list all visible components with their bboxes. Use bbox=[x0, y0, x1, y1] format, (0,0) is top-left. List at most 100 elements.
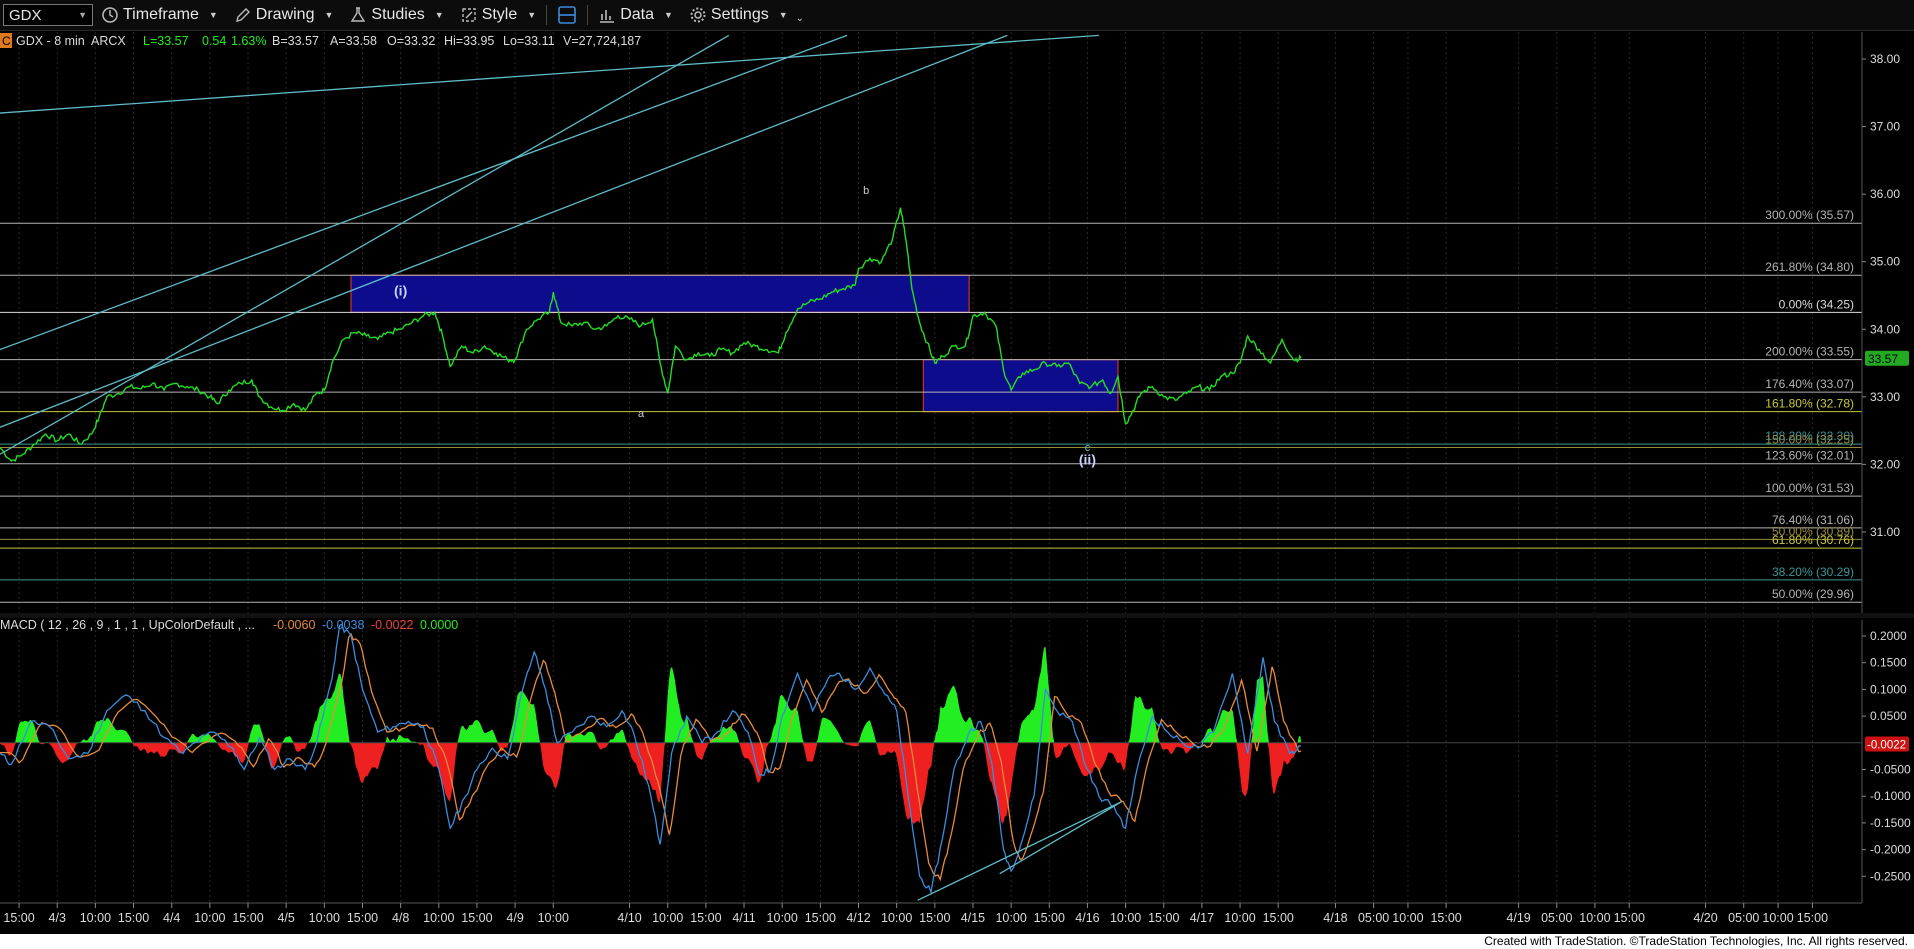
price-axis-label: 33.00 bbox=[1870, 390, 1900, 404]
time-axis-label: 4/18 bbox=[1323, 911, 1347, 925]
macd-axis-label: -0.2500 bbox=[1870, 869, 1911, 883]
time-axis-label: 15:00 bbox=[3, 911, 34, 925]
quote-open: O=33.32 bbox=[387, 34, 435, 48]
time-axis-label: 10:00 bbox=[881, 911, 912, 925]
price-zone-box bbox=[350, 274, 970, 313]
time-axis-label: 15:00 bbox=[1614, 911, 1645, 925]
fib-level-label: 100.00% (31.53) bbox=[1765, 481, 1854, 495]
time-axis-label: 10:00 bbox=[1392, 911, 1423, 925]
last-price-tag-text: 33.57 bbox=[1868, 352, 1898, 366]
macd-axis-label: 0.1000 bbox=[1870, 682, 1907, 696]
time-axis-label: 05:00 bbox=[1358, 911, 1389, 925]
trendline bbox=[0, 34, 1008, 428]
macd-axis-label: -0.1500 bbox=[1870, 816, 1911, 830]
macd-histogram-negative bbox=[0, 742, 1302, 824]
time-axis-label: 4/17 bbox=[1190, 911, 1214, 925]
fib-level-label: 300.00% (35.57) bbox=[1765, 208, 1854, 222]
fib-level-label: 261.80% (34.80) bbox=[1765, 260, 1854, 274]
price-axis-label: 38.00 bbox=[1870, 52, 1900, 66]
time-axis-label: 10:00 bbox=[194, 911, 225, 925]
time-axis-label: 15:00 bbox=[1148, 911, 1179, 925]
time-axis-label: 4/4 bbox=[163, 911, 180, 925]
time-axis-label: 4/19 bbox=[1506, 911, 1530, 925]
time-axis-label: 10:00 bbox=[767, 911, 798, 925]
macd-axis-label: 0.0500 bbox=[1870, 709, 1907, 723]
wave-label: (ii) bbox=[1079, 451, 1096, 467]
fib-level-label: 150.00% (32.25) bbox=[1765, 432, 1854, 446]
time-axis-label: 10:00 bbox=[652, 911, 683, 925]
supply-demand-zones bbox=[350, 274, 1119, 413]
chart-title: GDX - 8 min ARCX bbox=[16, 34, 126, 48]
macd-value-tag-text: -0.0022 bbox=[1867, 739, 1906, 751]
fib-level-label: 61.80% (30.76) bbox=[1772, 533, 1854, 547]
time-axis-label: 15:00 bbox=[1430, 911, 1461, 925]
macd-axis-label: -0.2000 bbox=[1870, 843, 1911, 857]
macd-axis-label: -0.1000 bbox=[1870, 789, 1911, 803]
time-axis-label: 15:00 bbox=[1797, 911, 1828, 925]
fib-level-label: 161.80% (32.78) bbox=[1765, 397, 1854, 411]
fib-level-label: 0.00% (34.25) bbox=[1779, 297, 1854, 311]
macd-header-value: 0.0000 bbox=[420, 618, 458, 632]
footer-bar: Created with TradeStation. ©TradeStation… bbox=[0, 934, 1914, 949]
chart-grid bbox=[18, 32, 1813, 613]
time-axis-label: 05:00 bbox=[1541, 911, 1572, 925]
time-axis-label: 10:00 bbox=[80, 911, 111, 925]
price-axis-label: 36.00 bbox=[1870, 187, 1900, 201]
time-axis-label: 4/3 bbox=[49, 911, 66, 925]
price-zone-box bbox=[922, 359, 1119, 413]
time-axis-label: 10:00 bbox=[1110, 911, 1141, 925]
time-axis-label: 15:00 bbox=[1263, 911, 1294, 925]
time-axis-label: 10:00 bbox=[1579, 911, 1610, 925]
time-axis-label: 15:00 bbox=[690, 911, 721, 925]
time-axis-label: 15:00 bbox=[118, 911, 149, 925]
time-axis-label: 4/12 bbox=[846, 911, 870, 925]
time-axis-label: 10:00 bbox=[309, 911, 340, 925]
macd-axis: -0.2500 -0.2000 -0.1500 -0.1000 -0.0500 0.050… bbox=[1861, 620, 1911, 903]
macd-trendline bbox=[999, 800, 1123, 875]
quote-change-pct: 1.63% bbox=[231, 34, 266, 48]
fib-level-label: 50.00% (29.96) bbox=[1772, 587, 1854, 601]
time-axis-label: 4/5 bbox=[277, 911, 294, 925]
time-axis-label: 05:00 bbox=[1728, 911, 1759, 925]
time-axis-label: 4/20 bbox=[1693, 911, 1717, 925]
time-axis-label: 4/15 bbox=[961, 911, 985, 925]
wave-label: b bbox=[863, 185, 869, 197]
macd-histogram bbox=[0, 646, 1862, 824]
time-axis-label: 4/11 bbox=[732, 911, 755, 925]
price-chart-canvas[interactable]: 300.00% (35.57) 261.80% (34.80) 0.00% (34.… bbox=[0, 0, 1914, 934]
time-axis-label: 4/8 bbox=[392, 911, 409, 925]
macd-header-value: -0.0038 bbox=[322, 618, 364, 632]
macd-title: MACD ( 12 , 26 , 9 , 1 , 1 , UpColorDefa… bbox=[0, 618, 255, 632]
copyright-text: Created with TradeStation. ©TradeStation… bbox=[1484, 934, 1908, 948]
wave-labels: (i)abc(ii) bbox=[394, 185, 1096, 467]
time-axis-label: 15:00 bbox=[347, 911, 378, 925]
wave-label: (i) bbox=[394, 282, 407, 298]
macd-header-value: -0.0022 bbox=[371, 618, 413, 632]
price-axis-label: 37.00 bbox=[1870, 120, 1900, 134]
fib-level-label: 123.60% (32.01) bbox=[1765, 449, 1854, 463]
macd-axis-label: -0.0500 bbox=[1870, 763, 1911, 777]
price-axis-label: 32.00 bbox=[1870, 457, 1900, 471]
fib-level-label: 176.40% (33.07) bbox=[1765, 377, 1854, 391]
chart-title-prefix-text: C bbox=[2, 34, 11, 48]
time-axis-label: 15:00 bbox=[1034, 911, 1065, 925]
time-axis-label: 4/16 bbox=[1075, 911, 1099, 925]
time-axis-label: 10:00 bbox=[538, 911, 569, 925]
macd-histogram-positive bbox=[0, 646, 1302, 743]
time-axis-label: 4/10 bbox=[617, 911, 641, 925]
time-axis-label: 15:00 bbox=[461, 911, 492, 925]
fib-level-label: 200.00% (33.55) bbox=[1765, 345, 1854, 359]
quote-bid: B=33.57 bbox=[272, 34, 319, 48]
quote-change: 0.54 bbox=[202, 34, 226, 48]
time-axis-label: 15:00 bbox=[232, 911, 263, 925]
price-axis-label: 34.00 bbox=[1870, 322, 1900, 336]
quote-last: L=33.57 bbox=[143, 34, 189, 48]
time-axis-label: 15:00 bbox=[805, 911, 836, 925]
macd-axis-label: 0.1500 bbox=[1870, 656, 1907, 670]
price-axis-label: 35.00 bbox=[1870, 255, 1900, 269]
quote-low: Lo=33.11 bbox=[503, 34, 555, 48]
time-axis-label: 10:00 bbox=[1224, 911, 1255, 925]
price-axis: 31.00 32.00 33.00 34.00 35.00 36.00 37.00 38.00 bbox=[1861, 32, 1900, 613]
macd-axis-label: 0.2000 bbox=[1870, 629, 1907, 643]
quote-volume: V=27,724,187 bbox=[563, 34, 641, 48]
